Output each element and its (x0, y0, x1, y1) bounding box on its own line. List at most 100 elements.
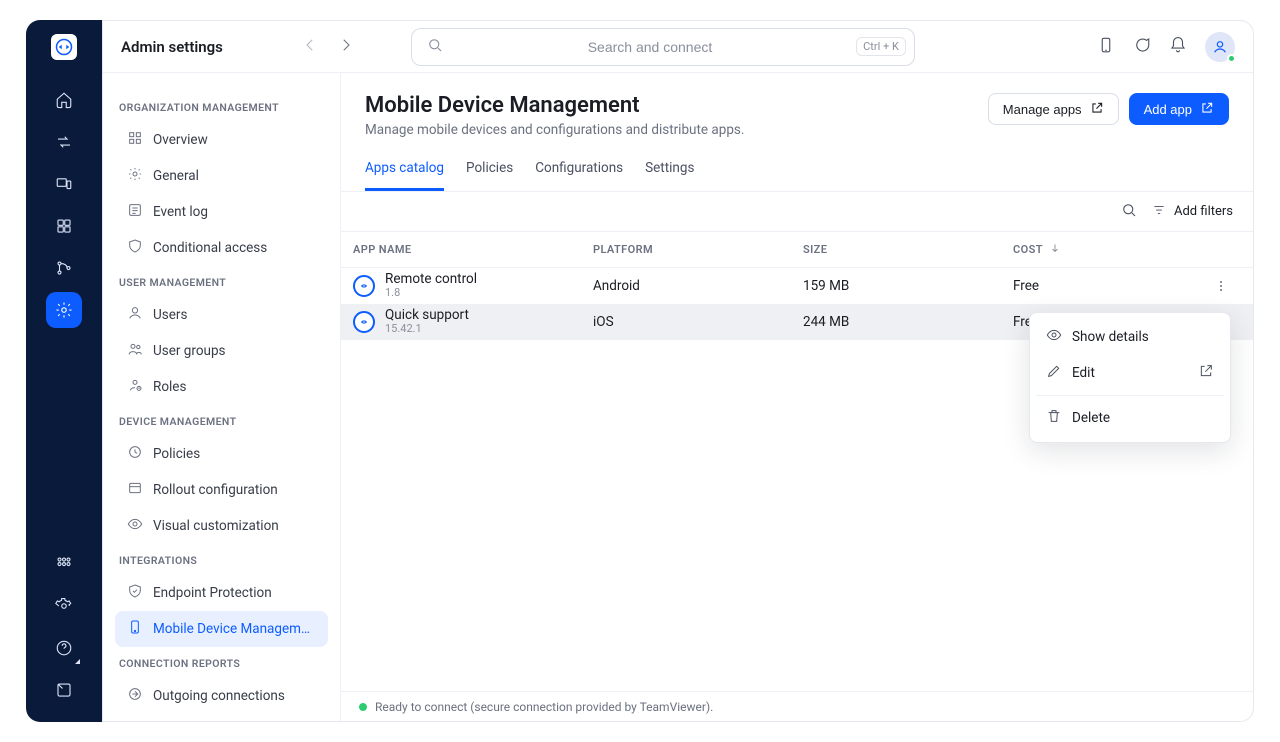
side-rail (26, 20, 102, 722)
sidebar-item-policies[interactable]: Policies (115, 436, 328, 472)
tab-settings[interactable]: Settings (645, 152, 694, 191)
app-version: 15.42.1 (385, 323, 469, 336)
col-platform[interactable]: PLATFORM (593, 243, 803, 256)
sidebar-group-title: INTEGRATIONS (119, 554, 324, 567)
sidebar-item-mobile-device-managem[interactable]: Mobile Device Managem… (115, 611, 328, 647)
guard-icon (127, 583, 143, 603)
cog-icon (127, 166, 143, 186)
global-search[interactable]: Ctrl + K (411, 28, 915, 66)
row-menu-button[interactable] (1201, 278, 1241, 294)
history-nav (301, 36, 355, 58)
rail-home-icon[interactable] (46, 82, 82, 118)
col-app-name[interactable]: APP NAME (353, 243, 593, 256)
cell-platform: iOS (593, 314, 803, 330)
eye-icon (127, 516, 143, 536)
table-search-button[interactable] (1120, 201, 1138, 223)
app-cell: Remote control1.8 (353, 272, 593, 300)
rail-panel-icon[interactable] (46, 672, 82, 708)
rail-gear-icon[interactable] (46, 292, 82, 328)
sidebar-item-user-groups[interactable]: User groups (115, 333, 328, 369)
external-link-icon (1200, 101, 1214, 118)
col-size[interactable]: SIZE (803, 243, 1013, 256)
search-input[interactable] (454, 38, 846, 56)
sidebar-item-overview[interactable]: Overview (115, 122, 328, 158)
sidebar-item-outgoing-connections[interactable]: Outgoing connections (115, 678, 328, 714)
external-link-icon (1198, 363, 1214, 383)
sidebar-item-label: Outgoing connections (153, 688, 285, 704)
sidebar-group-title: USER MANAGEMENT (119, 276, 324, 289)
sort-desc-icon (1049, 242, 1061, 257)
rail-devices-icon[interactable] (46, 166, 82, 202)
rail-help-icon[interactable] (46, 630, 82, 666)
sidebar-item-label: Mobile Device Managem… (153, 621, 310, 637)
sidebar-item-visual-customization[interactable]: Visual customization (115, 508, 328, 544)
context-show-details-label: Show details (1072, 329, 1149, 345)
sidebar-item-roles[interactable]: Roles (115, 369, 328, 405)
cell-platform: Android (593, 278, 803, 294)
status-bar: Ready to connect (secure connection prov… (341, 691, 1253, 721)
avatar[interactable] (1205, 32, 1235, 62)
add-filters-button[interactable]: Add filters (1152, 203, 1233, 221)
row-context-menu: Show details Edit Delete (1029, 312, 1231, 443)
sidebar-item-label: Policies (153, 446, 200, 462)
separator (1036, 395, 1224, 396)
tab-policies[interactable]: Policies (466, 152, 513, 191)
tab-configurations[interactable]: Configurations (535, 152, 623, 191)
context-delete[interactable]: Delete (1036, 400, 1224, 436)
sidebar-item-label: Endpoint Protection (153, 585, 272, 601)
sidebar-group-title: CONNECTION REPORTS (119, 657, 324, 670)
topbar-chat-icon[interactable] (1133, 36, 1151, 58)
table-row[interactable]: Remote control1.8Android159 MBFree (341, 268, 1253, 304)
sidebar-item-event-log[interactable]: Event log (115, 194, 328, 230)
page-title: Mobile Device Management (365, 93, 744, 118)
user-icon (127, 305, 143, 325)
filter-bar: Add filters (341, 192, 1253, 232)
out-icon (127, 686, 143, 706)
sidebar-item-label: Overview (153, 132, 208, 148)
app-logo (51, 34, 77, 60)
topbar-actions (1097, 32, 1235, 62)
rail-transfer-icon[interactable] (46, 124, 82, 160)
cell-size: 244 MB (803, 314, 1013, 330)
tab-apps-catalog[interactable]: Apps catalog (365, 152, 444, 191)
sidebar-item-label: Roles (153, 379, 186, 395)
search-icon (426, 36, 444, 58)
mdm-icon (127, 619, 143, 639)
sidebar-group-title: DEVICE MANAGEMENT (119, 415, 324, 428)
presence-dot (1227, 54, 1236, 63)
manage-apps-label: Manage apps (1003, 102, 1082, 117)
sidebar-item-rollout-configuration[interactable]: Rollout configuration (115, 472, 328, 508)
app-icon (353, 311, 375, 333)
nav-forward-button[interactable] (337, 36, 355, 58)
app-version: 1.8 (385, 287, 477, 300)
topbar-bell-icon[interactable] (1169, 36, 1187, 58)
add-app-button[interactable]: Add app (1129, 93, 1229, 125)
sidebar-item-endpoint-protection[interactable]: Endpoint Protection (115, 575, 328, 611)
add-app-label: Add app (1144, 102, 1192, 117)
sidebar-item-label: Conditional access (153, 240, 267, 256)
rail-apps-icon[interactable] (46, 546, 82, 582)
rail-stack-icon[interactable] (46, 208, 82, 244)
apps-table: APP NAME PLATFORM SIZE COST Remote contr… (341, 232, 1253, 691)
nav-back-button[interactable] (301, 36, 319, 58)
sidebar-item-users[interactable]: Users (115, 297, 328, 333)
manage-apps-button[interactable]: Manage apps (988, 93, 1119, 125)
cell-cost: Free (1013, 278, 1201, 294)
teamviewer-icon (55, 38, 73, 56)
users-icon (127, 341, 143, 361)
context-edit-label: Edit (1072, 365, 1095, 381)
app-cell: Quick support15.42.1 (353, 308, 593, 336)
shield-icon (127, 238, 143, 258)
context-edit[interactable]: Edit (1036, 355, 1224, 391)
topbar-phone-icon[interactable] (1097, 36, 1115, 58)
sidebar-item-conditional-access[interactable]: Conditional access (115, 230, 328, 266)
sidebar-item-general[interactable]: General (115, 158, 328, 194)
app-name: Remote control (385, 272, 477, 288)
context-show-details[interactable]: Show details (1036, 319, 1224, 355)
col-cost[interactable]: COST (1013, 242, 1201, 257)
sidebar-item-label: Rollout configuration (153, 482, 278, 498)
rail-settings-icon[interactable] (46, 588, 82, 624)
trash-icon (1046, 408, 1062, 428)
admin-settings-title: Admin settings (121, 38, 223, 56)
rail-branch-icon[interactable] (46, 250, 82, 286)
